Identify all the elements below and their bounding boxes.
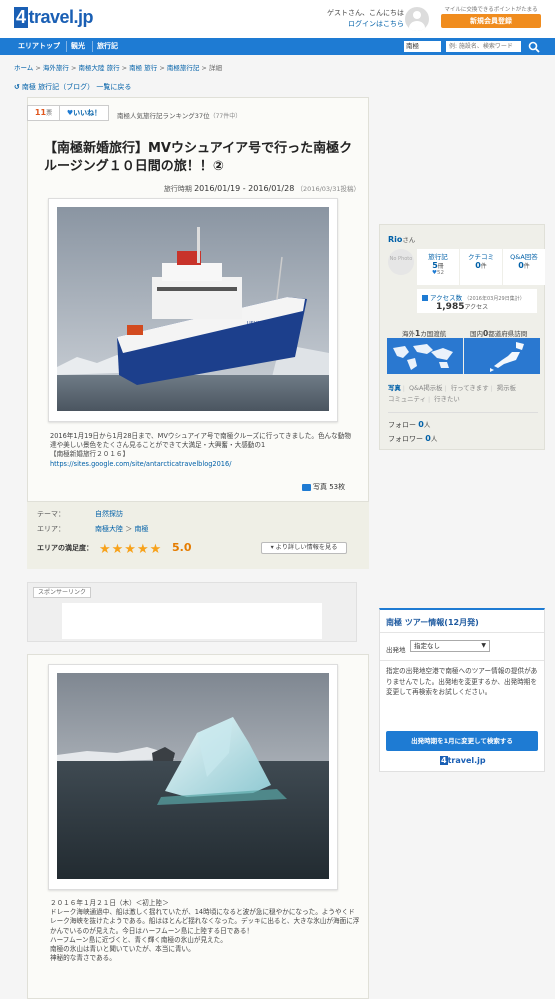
search-input[interactable]: [446, 41, 521, 52]
camera-icon: [302, 483, 311, 491]
user-link-qa[interactable]: Q&A掲示板: [409, 384, 443, 392]
guest-greeting: ゲストさん、こんにちは ログインはこちら: [327, 9, 404, 28]
site-header: 4 travel.jp ゲストさん、こんにちは ログインはこちら マイルに交換でき…: [0, 0, 555, 38]
area-link-continent[interactable]: 南極大陸: [95, 525, 123, 533]
overseas-count: 海外1カ国渡航: [402, 329, 447, 338]
photo-count[interactable]: 写真 53枚: [302, 482, 345, 492]
day-entry-text: ２０１６年１月２１日（木）＜初上陸＞ ドレーク海峡通過中、船は激しく揺れていたが…: [50, 899, 360, 963]
ad-slot[interactable]: [62, 603, 322, 639]
search-icon[interactable]: [528, 41, 540, 53]
world-map-icon[interactable]: [387, 338, 463, 374]
ranking-text[interactable]: 南極人気旅行記ランキング37位（77件中）: [117, 110, 241, 120]
change-search-button[interactable]: 出発時期を1月に変更して検索する: [386, 731, 538, 751]
theme-link[interactable]: 自然探訪: [95, 510, 123, 518]
departure-select[interactable]: 指定なし ▼: [410, 640, 490, 652]
rating-score: 5.0: [172, 541, 192, 554]
breadcrumb-home[interactable]: ホーム: [14, 64, 33, 72]
travelogue-meta: テーマ： 自然探訪 エリア： 南極大陸 ＞ 南極 エリアの満足度：: [27, 501, 369, 569]
access-count-box: アクセス数 （2016年03月29日集計） 1,985アクセス: [417, 289, 537, 313]
back-to-list-link[interactable]: ↺ 南極 旅行記（ブログ） 一覧に戻る: [14, 82, 131, 92]
iceberg-photo: [57, 673, 329, 879]
sponsor-label: スポンサーリンク: [33, 587, 92, 598]
vote-count: 11票: [28, 106, 60, 120]
nav-item-sightseeing[interactable]: 観光: [69, 41, 87, 52]
ship-photo-frame[interactable]: USHUAIA: [48, 198, 338, 422]
svg-text:USHUAIA: USHUAIA: [247, 321, 270, 327]
tour-heading: 南極 ツアー情報(12月発): [386, 618, 479, 627]
departure-label: 出発地: [386, 646, 406, 654]
breadcrumb-antarctica[interactable]: 南極 旅行: [129, 64, 157, 72]
user-link-board[interactable]: 掲示板: [497, 384, 516, 392]
breadcrumb: ホーム > 海外旅行 > 南極大陸 旅行 > 南極 旅行 > 南極旅行記 > 詳…: [14, 64, 222, 72]
nav-item-area-top[interactable]: エリアトップ: [16, 41, 62, 52]
ship-photo: USHUAIA: [57, 207, 329, 411]
user-name[interactable]: Rioさん: [388, 234, 415, 244]
page-title: 【南極新婚旅行】MVウシュアイア号で行った南極クルージング１０日間の旅！！②: [44, 141, 353, 174]
user-link-community[interactable]: コミュニティ: [388, 395, 426, 403]
nav-item-travelogue[interactable]: 旅行記: [95, 41, 120, 52]
login-link[interactable]: ログインはこちら: [348, 20, 404, 28]
user-profile-panel: Rioさん No Photo 旅行記 5冊 ♥52 クチコミ 0件 Q&A回答 …: [379, 224, 545, 450]
user-link-photos[interactable]: 写真: [388, 384, 401, 392]
blog-url-link[interactable]: https://sites.google.com/site/antarctica…: [50, 460, 231, 468]
breadcrumb-overseas[interactable]: 海外旅行: [43, 64, 69, 72]
stat-reviews[interactable]: クチコミ 0件: [460, 249, 502, 285]
rating-stars-icon: ★★★★★: [99, 542, 163, 557]
user-link-going[interactable]: 行ってきます: [451, 384, 489, 392]
satisfaction-label: エリアの満足度：: [37, 544, 93, 552]
travelogue-description: 2016年1月19日から1月28日まで、MVウシュアイア号で南極クルーズに行って…: [50, 432, 351, 468]
user-links: 写真 | Q&A掲示板 | 行ってきます | 掲示板 コミュニティ | 行きたい: [388, 384, 516, 403]
register-button[interactable]: 新規会員登録: [441, 14, 541, 28]
follower-count[interactable]: フォロワー 0人: [388, 433, 437, 444]
no-photo-avatar: No Photo: [388, 249, 414, 275]
chevron-down-icon: ▼: [481, 642, 486, 649]
like-button[interactable]: ♥いいね！: [60, 106, 108, 120]
user-link-wishlist[interactable]: 行きたい: [434, 395, 460, 403]
vote-box: 11票 ♥いいね！: [27, 105, 109, 121]
follow-count[interactable]: フォロー 0人: [388, 419, 430, 430]
avatar-icon: [405, 7, 429, 31]
area-link-antarctica[interactable]: 南極: [134, 525, 148, 533]
chart-icon: [422, 295, 428, 301]
breadcrumb-current: 詳細: [208, 64, 222, 72]
breadcrumb-antarctic-continent[interactable]: 南極大陸 旅行: [79, 64, 120, 72]
domestic-count: 国内0都道府県訪問: [470, 329, 528, 338]
japan-map-icon[interactable]: [464, 338, 540, 374]
back-arrow-icon: ↺: [14, 83, 20, 91]
breadcrumb-travelogue[interactable]: 南極旅行記: [167, 64, 200, 72]
tour-message: 指定の出発地空港で南極へのツアー情報の提供がありませんでした。出発地を変更するか…: [386, 667, 538, 696]
tour-provider-logo[interactable]: 4travel.jp: [440, 756, 486, 765]
travel-period: 旅行時期 2016/01/19 - 2016/01/28 （2016/03/31…: [163, 184, 360, 193]
stat-travelogues[interactable]: 旅行記 5冊 ♥52: [417, 249, 459, 285]
iceberg-photo-frame[interactable]: [48, 664, 338, 890]
sponsor-area: スポンサーリンク: [27, 582, 357, 642]
site-logo[interactable]: 4 travel.jp: [14, 7, 94, 28]
stat-qa-answers[interactable]: Q&A回答 0件: [503, 249, 545, 285]
tour-info-panel: 南極 ツアー情報(12月発) 出発地 指定なし ▼ 指定の出発地空港で南極へのツア…: [379, 608, 545, 772]
more-info-button[interactable]: ▾ より詳しい情報を見る: [261, 542, 347, 554]
mile-note: マイルに交換できるポイントがたまる: [444, 7, 538, 13]
region-select[interactable]: 南極: [404, 41, 441, 52]
main-nav: エリアトップ 観光 旅行記 南極: [0, 38, 555, 55]
